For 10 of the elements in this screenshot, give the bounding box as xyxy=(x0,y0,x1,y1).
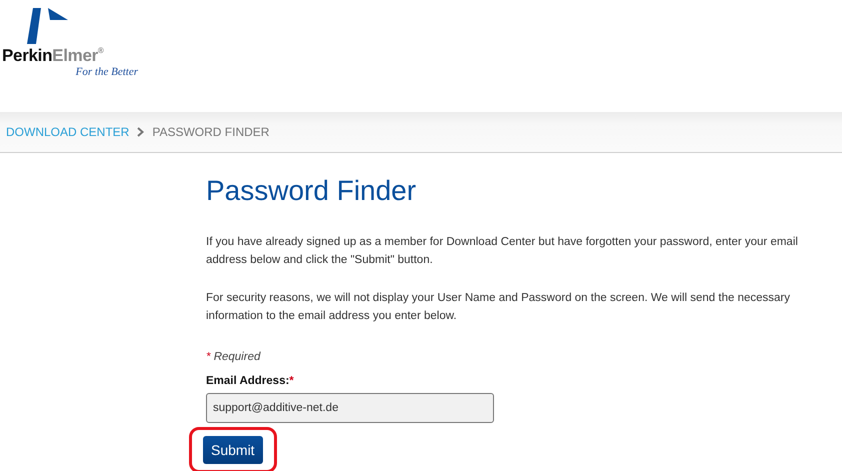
breadcrumb-current: PASSWORD FINDER xyxy=(152,125,270,139)
page-title: Password Finder xyxy=(206,175,416,207)
required-note: * Required xyxy=(206,351,260,363)
email-field[interactable]: support@additive-net.de xyxy=(206,393,494,423)
email-label: Email Address:* xyxy=(206,375,294,387)
perkinelmer-logo: PerkinElmer® For the Better xyxy=(2,8,142,78)
submit-button[interactable]: Submit xyxy=(203,436,263,464)
chevron-right-icon xyxy=(137,127,144,137)
info-paragraph: If you have already signed up as a member for Download Center but have forgotten your password, enter your email address below and click the "Submit" button. xyxy=(206,235,799,268)
info-paragraph: For security reasons, we will not display your User Name and Password on the screen. We will send the necessary information to the email address you enter below. xyxy=(206,291,791,324)
